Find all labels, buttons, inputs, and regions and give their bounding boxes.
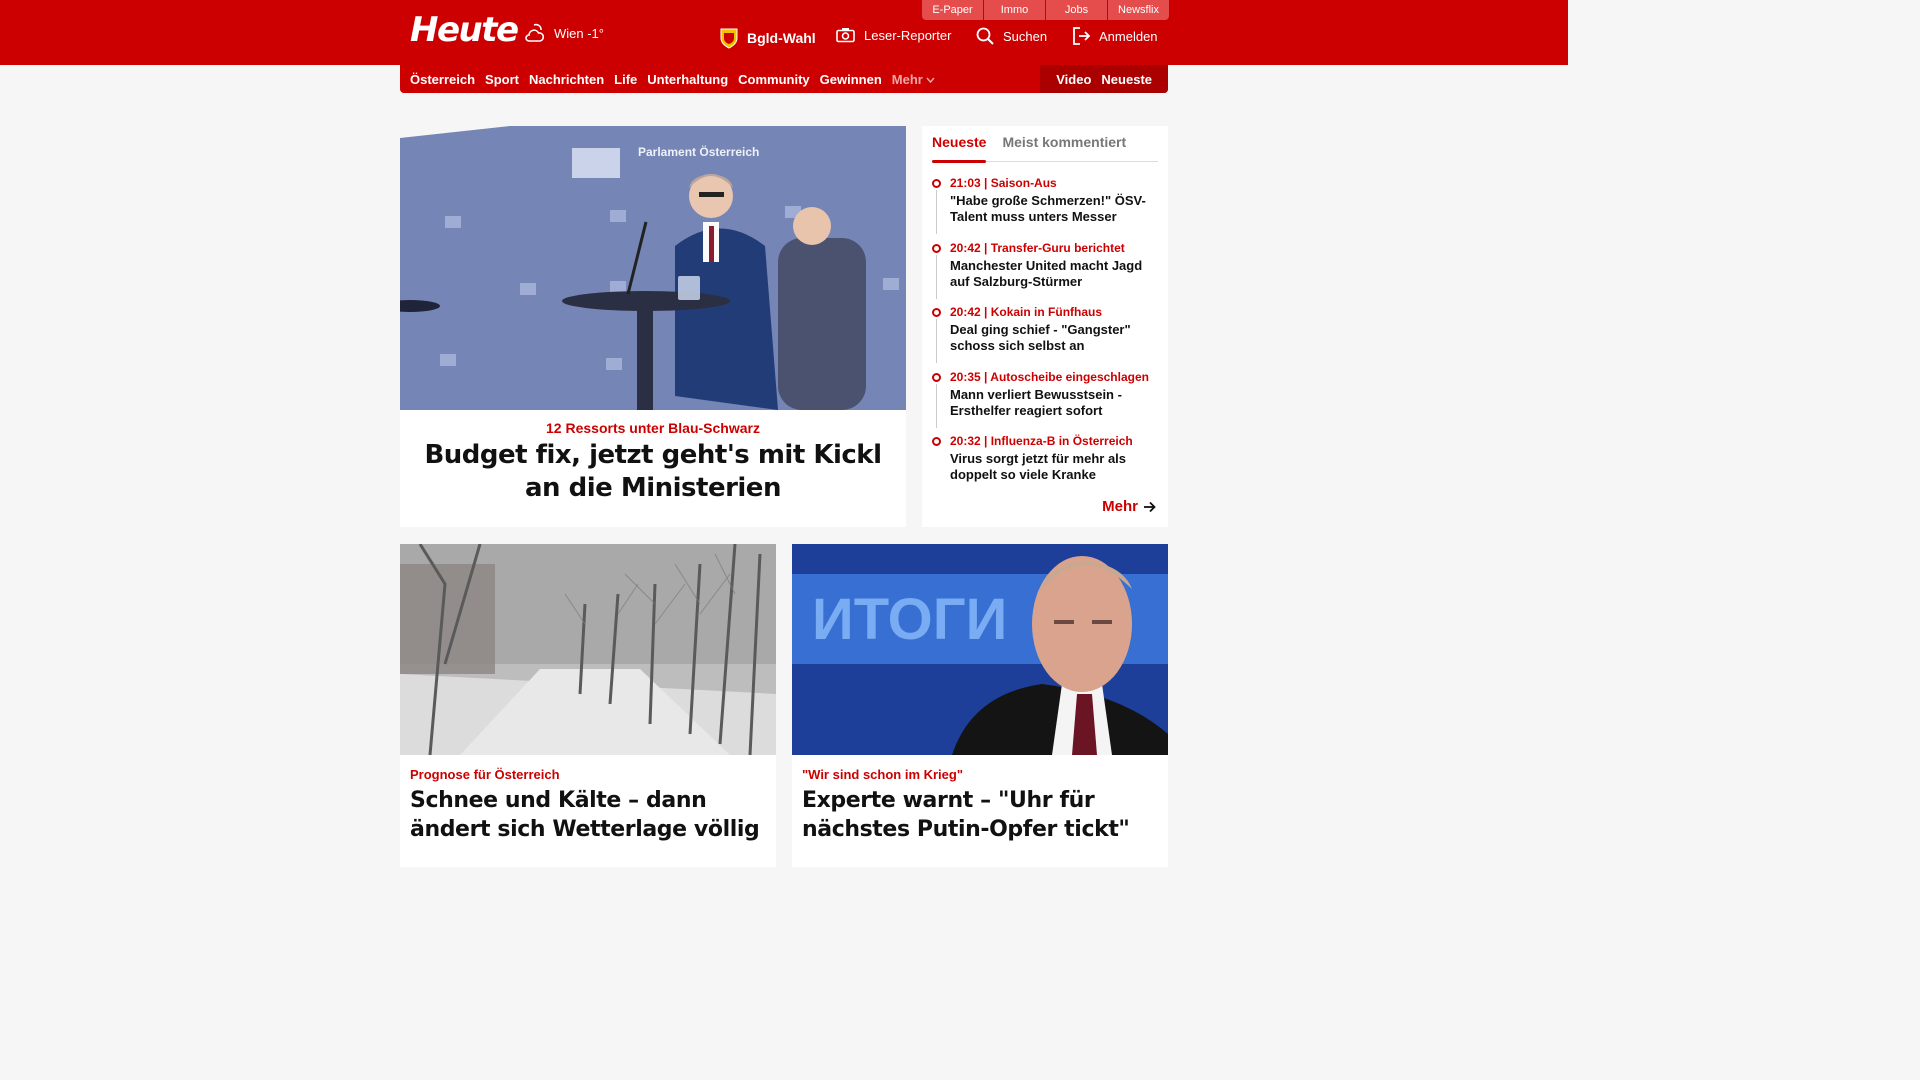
election-label: Bgld-Wahl — [747, 30, 816, 46]
list-item[interactable]: 20:35 | Autoscheibe eingeschlagen Mann v… — [932, 370, 1158, 435]
card-kicker: "Wir sind schon im Krieg" — [802, 767, 964, 782]
news-title[interactable]: Deal ging schief - "Gangster" schoss sic… — [950, 322, 1158, 354]
news-meta: 20:42 | Kokain in Fünfhaus — [950, 305, 1103, 319]
latest-news-panel: Neueste Meist kommentiert 21:03 | Saison… — [922, 126, 1168, 527]
nav-right: Video Neueste — [1040, 65, 1168, 93]
reporter-link[interactable]: Leser-Reporter — [836, 27, 951, 43]
article-card-putin[interactable]: ИТОГИ "Wir sind schon im Krieg" Experte … — [792, 544, 1168, 867]
login-label: Anmelden — [1099, 28, 1158, 44]
list-item[interactable]: 20:42 | Kokain in Fünfhaus Deal ging sch… — [932, 305, 1158, 370]
news-title[interactable]: "Habe große Schmerzen!" ÖSV-Talent muss … — [950, 193, 1158, 225]
timeline-dot-icon — [932, 437, 941, 446]
card-title[interactable]: Schnee und Kälte – dann ändert sich Wett… — [410, 786, 766, 844]
search-icon — [976, 27, 994, 45]
tab-meist-kommentiert[interactable]: Meist kommentiert — [1002, 134, 1126, 162]
login-button[interactable]: Anmelden — [1072, 27, 1158, 45]
nav-more-dropdown[interactable]: Mehr — [892, 72, 936, 87]
main-nav: Österreich Sport Nachrichten Life Unterh… — [400, 65, 1168, 93]
search-label: Suchen — [1003, 28, 1048, 44]
news-meta: 20:35 | Autoscheibe eingeschlagen — [950, 369, 1149, 384]
news-meta: 21:03 | Saison-Aus — [950, 176, 1057, 190]
site-header: Heute Wien -1° E-Paper Immo Jobs Newsfli… — [0, 0, 1568, 65]
more-news-label: Mehr — [1102, 498, 1138, 515]
list-item[interactable]: 20:42 | Transfer-Guru berichtet Manchest… — [932, 241, 1158, 306]
speaker-image-text: ИТОГИ — [812, 587, 1007, 652]
news-title[interactable]: Mann verliert Bewusstsein - Ersthelfer r… — [950, 387, 1158, 419]
timeline-dot-icon — [932, 243, 941, 253]
top-link-immo[interactable]: Immo — [984, 0, 1045, 20]
news-title[interactable]: Manchester United macht Jagd auf Salzbur… — [950, 258, 1158, 290]
chevron-down-icon — [926, 77, 936, 83]
hero-article[interactable]: Parlament Österreich 12 Ressorts unter B… — [400, 126, 906, 527]
login-icon — [1073, 27, 1090, 45]
crest-icon — [720, 28, 738, 49]
timeline-line — [936, 383, 937, 428]
top-link-epaper[interactable]: E-Paper — [922, 0, 983, 20]
weather-label: Wien -1° — [554, 25, 604, 41]
reporter-label: Leser-Reporter — [864, 27, 952, 43]
timeline-line — [936, 190, 937, 234]
nav-item-neueste[interactable]: Neueste — [1101, 72, 1152, 87]
search-button[interactable]: Suchen — [976, 27, 1047, 45]
nav-item-life[interactable]: Life — [614, 72, 637, 87]
top-link-newsflix[interactable]: Newsflix — [1108, 0, 1169, 20]
election-link[interactable]: Bgld-Wahl — [720, 27, 816, 49]
top-links: E-Paper Immo Jobs Newsflix — [922, 0, 1169, 20]
speaker-illustration: ИТОГИ — [792, 544, 1168, 755]
tab-neueste[interactable]: Neueste — [932, 134, 987, 163]
weather-widget[interactable]: Wien -1° — [522, 22, 604, 44]
nav-item-community[interactable]: Community — [738, 72, 810, 87]
timeline-line — [936, 254, 937, 299]
timeline-dot-icon — [932, 179, 941, 188]
snowy-street-illustration — [400, 544, 776, 755]
news-tabs: Neueste Meist kommentiert — [932, 134, 1158, 163]
nav-item-video[interactable]: Video — [1056, 72, 1091, 87]
timeline-line — [936, 319, 937, 363]
camera-icon — [836, 28, 855, 43]
card-title[interactable]: Experte warnt – "Uhr für nächstes Putin-… — [802, 786, 1158, 844]
article-card-weather[interactable]: Prognose für Österreich Schnee und Kälte… — [400, 544, 776, 867]
timeline-dot-icon — [932, 372, 941, 382]
list-item[interactable]: 21:03 | Saison-Aus "Habe große Schmerzen… — [932, 176, 1158, 241]
more-news-link[interactable]: Mehr — [1102, 498, 1156, 515]
arrow-right-icon — [1144, 501, 1156, 512]
hero-image-text: Parlament Österreich — [638, 144, 759, 159]
card-kicker: Prognose für Österreich — [410, 767, 560, 782]
list-item[interactable]: 20:32 | Influenza-B in Österreich Virus … — [932, 434, 1158, 499]
nav-item-unterhaltung[interactable]: Unterhaltung — [647, 72, 728, 87]
nav-item-gewinnen[interactable]: Gewinnen — [820, 72, 882, 87]
speaker-image: ИТОГИ — [792, 544, 1168, 755]
hero-title[interactable]: Budget fix, jetzt geht's mit Kickl an di… — [400, 439, 906, 505]
cloud-sun-icon — [525, 23, 545, 42]
news-timeline: 21:03 | Saison-Aus "Habe große Schmerzen… — [932, 176, 1158, 499]
nav-item-nachrichten[interactable]: Nachrichten — [529, 72, 604, 87]
nav-more-label: Mehr — [891, 71, 923, 87]
top-link-jobs[interactable]: Jobs — [1046, 0, 1107, 20]
press-conference-illustration: Parlament Österreich — [400, 126, 906, 410]
news-title[interactable]: Virus sorgt jetzt für mehr als doppelt s… — [950, 451, 1158, 483]
nav-item-oesterreich[interactable]: Österreich — [410, 72, 475, 87]
news-meta: 20:32 | Influenza-B in Österreich — [950, 434, 1133, 448]
snow-street-image — [400, 544, 776, 755]
news-meta: 20:42 | Transfer-Guru berichtet — [950, 240, 1125, 255]
hero-kicker: 12 Ressorts unter Blau-Schwarz — [546, 420, 760, 436]
site-logo[interactable]: Heute — [410, 10, 519, 50]
timeline-dot-icon — [932, 308, 941, 317]
nav-item-sport[interactable]: Sport — [485, 72, 519, 87]
hero-image: Parlament Österreich — [400, 126, 906, 410]
